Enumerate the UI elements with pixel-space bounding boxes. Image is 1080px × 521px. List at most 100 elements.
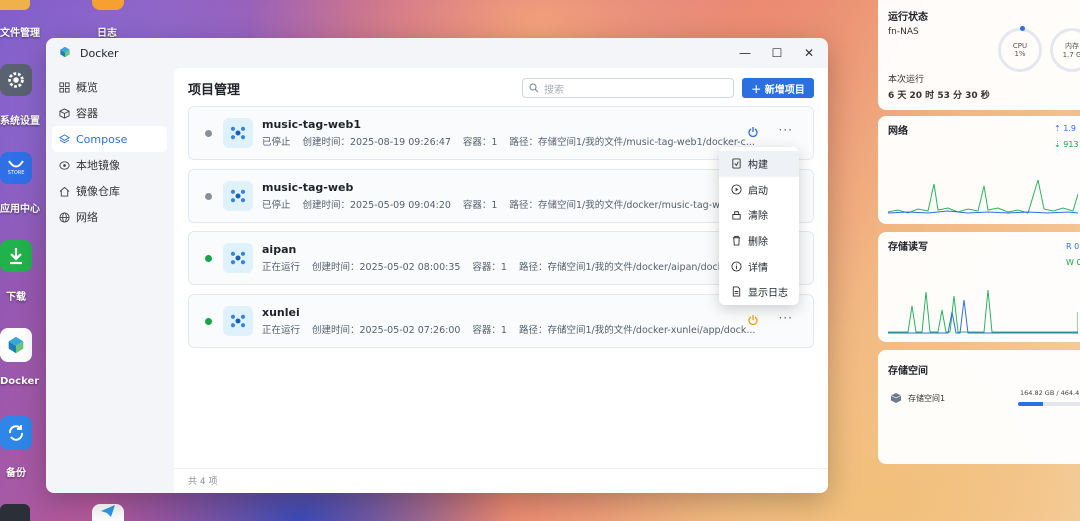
desktop-icon-label: 系统设置	[0, 116, 40, 127]
sidebar-item-label: 镜像仓库	[76, 185, 120, 198]
widget-title: 网络	[888, 126, 908, 137]
sidebar-item-label: 本地镜像	[76, 159, 120, 172]
telegram-icon[interactable]	[92, 504, 124, 521]
close-button[interactable]: ✕	[802, 46, 816, 60]
menu-item-show-logs[interactable]: 显示日志	[719, 279, 799, 305]
project-name: music-tag-web	[262, 181, 354, 194]
backup-icon	[0, 416, 32, 450]
menu-item-label: 清除	[748, 211, 768, 223]
window-title: Docker	[80, 46, 119, 60]
menu-item-delete[interactable]: 删除	[719, 228, 799, 254]
house-icon	[58, 185, 70, 197]
menu-item-label: 显示日志	[748, 288, 788, 300]
project-created: 创建时间：2025-05-09 09:04:20	[302, 200, 451, 211]
menu-item-build[interactable]: 构建	[719, 151, 799, 177]
desktop-icon-label: 下载	[6, 292, 26, 303]
download-rate: ⇣ 913	[1054, 140, 1079, 149]
status-dot	[205, 317, 212, 325]
storage-progress-bar	[1018, 402, 1080, 406]
write-rate: W 0	[1066, 258, 1080, 267]
sidebar-item-registry[interactable]: 镜像仓库	[52, 178, 167, 204]
host-name: fn-NAS	[888, 27, 919, 37]
sidebar: 概览 容器 Compose 本地镜像 镜像仓库 网络	[46, 68, 173, 493]
minimize-button[interactable]: —	[738, 46, 752, 60]
footer-divider	[174, 468, 828, 469]
project-name: xunlei	[262, 306, 300, 319]
store-icon: STORE	[0, 152, 32, 184]
uptime-label: 本次运行	[888, 75, 925, 85]
sidebar-item-overview[interactable]: 概览	[52, 74, 167, 100]
system-status-widget[interactable]: 运行状态 fn-NAS CPU 1% 内存 1.7 G 本次运行 6 天 20 …	[878, 0, 1080, 110]
docker-logo-icon	[58, 45, 72, 62]
project-status: 已停止	[262, 200, 291, 211]
sidebar-item-label: 概览	[76, 81, 98, 94]
network-graph	[888, 179, 1078, 214]
widget-title: 运行状态	[888, 12, 928, 23]
sidebar-item-containers[interactable]: 容器	[52, 100, 167, 126]
window-titlebar[interactable]: Docker — ☐ ✕	[46, 38, 828, 68]
project-status: 正在运行	[262, 325, 301, 336]
project-created: 创建时间：2025-05-02 08:00:35	[312, 262, 461, 273]
menu-item-label: 详情	[748, 262, 768, 274]
log-icon	[732, 286, 741, 297]
network-widget[interactable]: 网络 ⇡ 1.9 ⇣ 913	[878, 116, 1080, 224]
search-input[interactable]: 搜索	[522, 78, 734, 98]
project-status: 已停止	[262, 137, 291, 148]
sidebar-item-network[interactable]: 网络	[52, 204, 167, 230]
trash-icon	[732, 235, 741, 246]
sidebar-item-local-images[interactable]: 本地镜像	[52, 152, 167, 178]
compose-project-icon	[223, 306, 253, 336]
sidebar-item-label: 容器	[76, 107, 98, 120]
download-icon	[0, 240, 32, 272]
menu-item-details[interactable]: 详情	[719, 253, 799, 279]
play-icon	[731, 184, 742, 195]
project-name: music-tag-web1	[262, 118, 361, 131]
globe-icon	[58, 211, 70, 223]
sidebar-item-label: 网络	[76, 211, 98, 224]
grid-icon	[58, 81, 70, 93]
item-count: 共 4 项	[188, 477, 218, 487]
build-icon	[732, 158, 741, 169]
info-icon	[731, 261, 742, 272]
uptime-value: 6 天 20 时 53 分 30 秒	[888, 91, 990, 101]
power-icon[interactable]	[747, 126, 761, 140]
search-icon	[529, 83, 539, 93]
project-path: 路径：存储空间1/我的文件/music-tag-web1/docker-c...	[509, 137, 755, 148]
menu-item-start[interactable]: 启动	[719, 177, 799, 203]
menu-item-label: 删除	[748, 237, 768, 249]
menu-item-clear[interactable]: 清除	[719, 202, 799, 228]
project-path: 路径：存储空间1/我的文件/docker-xunlei/app/dock...	[518, 325, 756, 336]
file-manager-icon	[0, 0, 30, 10]
storage-volume-icon	[890, 392, 902, 407]
log-icon	[92, 0, 124, 10]
desktop-icon-label: 应用中心	[0, 204, 40, 215]
power-icon[interactable]	[747, 314, 761, 328]
desktop-icon-label: 备份	[6, 468, 26, 479]
memory-gauge: 内存 1.7 G	[1050, 28, 1080, 72]
sidebar-item-label: Compose	[76, 132, 128, 146]
cube-icon	[58, 107, 70, 119]
cpu-gauge: CPU 1%	[998, 28, 1042, 72]
project-containers: 容器：1	[472, 262, 507, 273]
menu-item-label: 构建	[748, 160, 768, 172]
storage-usage: 164.82 GB / 464.4	[1020, 389, 1080, 397]
docker-window: Docker — ☐ ✕ 概览 容器 Compose 本地镜像 镜像仓库 网络 …	[46, 38, 828, 493]
maximize-button[interactable]: ☐	[770, 46, 784, 60]
project-created: 创建时间：2025-05-02 07:26:00	[312, 325, 461, 336]
status-dot	[205, 192, 212, 200]
add-project-button[interactable]: ＋ 新增项目	[742, 78, 814, 98]
more-options-icon[interactable]: ···	[779, 123, 793, 137]
sidebar-item-compose[interactable]: Compose	[52, 126, 167, 152]
project-name: aipan	[262, 243, 297, 256]
disc-icon	[58, 159, 70, 171]
more-options-icon[interactable]: ···	[779, 311, 793, 325]
disk-io-widget[interactable]: 存储读写 R 0 W 0	[878, 232, 1080, 342]
desktop-icon-label: Docker	[0, 376, 40, 387]
dock-app-icon[interactable]	[0, 504, 30, 521]
storage-widget[interactable]: 存储空间 存储空间1 164.82 GB / 464.4	[878, 350, 1080, 464]
project-context-menu: 构建 启动 清除 删除 详情 显示日志	[719, 147, 799, 305]
disk-io-graph	[888, 289, 1078, 334]
widget-title: 存储读写	[888, 242, 928, 253]
compose-project-icon	[223, 118, 253, 148]
page-title: 项目管理	[188, 82, 241, 98]
